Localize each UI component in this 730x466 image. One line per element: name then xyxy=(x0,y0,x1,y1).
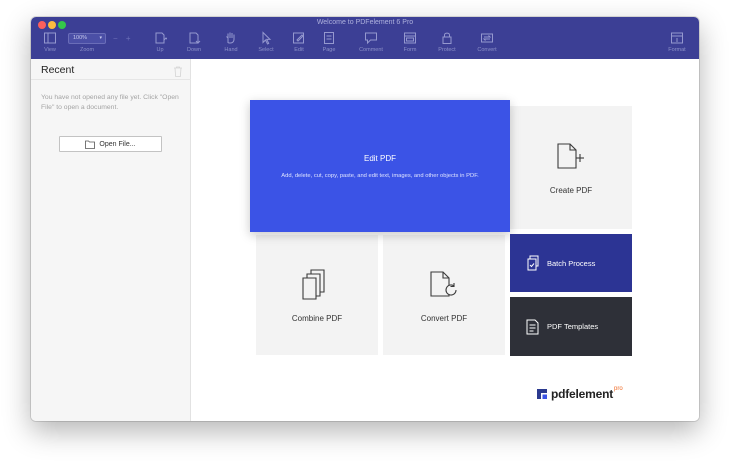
toolbar-convert-button[interactable]: Convert xyxy=(470,31,504,59)
combine-pdf-card[interactable]: Combine PDF xyxy=(256,235,378,355)
window-title: Welcome to PDFelement 6 Pro xyxy=(316,19,414,26)
title-bar: Welcome to PDFelement 6 Pro View 100% ▾ … xyxy=(31,17,699,59)
open-file-label: Open File... xyxy=(99,140,136,148)
toolbar-form-button[interactable]: Form xyxy=(393,31,427,59)
toolbar-format-button[interactable]: Format xyxy=(660,31,694,59)
page-down-icon xyxy=(189,32,201,44)
comment-icon xyxy=(365,32,377,45)
convert-pdf-label: Convert PDF xyxy=(420,313,468,323)
batch-process-label: Batch Process xyxy=(547,258,596,268)
toolbar-up-label: Up xyxy=(156,47,164,53)
toolbar-comment-button[interactable]: Comment xyxy=(354,31,388,59)
zoom-value: 100% xyxy=(73,35,88,41)
hand-icon xyxy=(226,32,235,44)
lock-icon xyxy=(442,32,452,44)
toolbar-up-button[interactable]: Up xyxy=(143,31,177,59)
sidebar-divider xyxy=(31,79,191,80)
create-pdf-icon xyxy=(557,143,584,169)
toolbar-edit-button[interactable]: Edit xyxy=(282,31,316,59)
recent-sidebar: Recent You have not opened any file yet.… xyxy=(31,59,191,421)
batch-process-card[interactable]: Batch Process xyxy=(510,234,632,292)
edit-icon xyxy=(293,32,304,44)
app-window: Welcome to PDFelement 6 Pro View 100% ▾ … xyxy=(31,17,699,421)
convert-icon xyxy=(481,33,493,43)
toolbar-page-button[interactable]: Page xyxy=(312,31,346,59)
toolbar-select-button[interactable]: Select xyxy=(249,31,283,59)
zoom-select[interactable]: 100% ▾ xyxy=(68,33,106,44)
combine-pdf-icon xyxy=(302,268,325,300)
toolbar-convert-label: Convert xyxy=(477,47,497,53)
toolbar-hand-button[interactable]: Hand xyxy=(214,31,248,59)
trash-icon[interactable] xyxy=(173,66,183,77)
page-icon xyxy=(324,32,334,44)
page-up-icon xyxy=(155,32,167,44)
batch-process-icon xyxy=(527,255,539,271)
toolbar-comment-label: Comment xyxy=(359,47,383,53)
pdfelement-logo: pdfelement pro xyxy=(536,386,623,401)
toolbar-down-label: Down xyxy=(186,47,202,53)
form-icon xyxy=(404,32,416,44)
toolbar-protect-button[interactable]: Protect xyxy=(430,31,464,59)
sidebar-view-icon xyxy=(44,32,56,44)
convert-pdf-icon xyxy=(430,270,457,297)
brand-edition: pro xyxy=(614,386,623,392)
zoom-stepper[interactable]: − + xyxy=(113,34,134,43)
chevron-down-icon: ▾ xyxy=(99,35,102,41)
pdf-templates-icon xyxy=(526,319,539,334)
combine-pdf-label: Combine PDF xyxy=(291,313,343,323)
format-icon xyxy=(671,32,683,44)
edit-pdf-description: Add, delete, cut, copy, paste, and edit … xyxy=(281,172,479,179)
welcome-panel: Create PDF Combine PDF Convert PDF Edit … xyxy=(192,59,699,421)
toolbar-view-label: View xyxy=(44,47,56,53)
cursor-icon xyxy=(262,31,272,45)
sidebar-title: Recent xyxy=(41,64,75,76)
toolbar-page-label: Page xyxy=(322,47,336,53)
toolbar-select-label: Select xyxy=(258,47,274,53)
toolbar-form-label: Form xyxy=(403,47,417,53)
toolbar-format-label: Format xyxy=(668,47,686,53)
create-pdf-label: Create PDF xyxy=(549,186,593,195)
toolbar-view-button[interactable]: View xyxy=(33,31,67,59)
toolbar-down-button[interactable]: Down xyxy=(177,31,211,59)
brand-name: pdfelement xyxy=(551,387,614,401)
pdfelement-logo-icon xyxy=(537,389,547,399)
pdf-templates-card[interactable]: PDF Templates xyxy=(510,297,632,356)
folder-icon xyxy=(85,140,96,149)
toolbar-protect-label: Protect xyxy=(438,47,456,53)
convert-pdf-card[interactable]: Convert PDF xyxy=(383,235,505,355)
toolbar-hand-label: Hand xyxy=(224,47,238,53)
zoom-label: Zoom xyxy=(79,47,95,53)
toolbar-edit-label: Edit xyxy=(294,47,304,53)
pdf-templates-label: PDF Templates xyxy=(547,322,599,331)
edit-pdf-card[interactable]: Edit PDF Add, delete, cut, copy, paste, … xyxy=(250,100,510,232)
open-file-button[interactable]: Open File... xyxy=(59,136,162,152)
empty-recent-message: You have not opened any file yet. Click … xyxy=(41,94,179,111)
edit-pdf-title: Edit PDF xyxy=(363,153,396,163)
create-pdf-card[interactable]: Create PDF xyxy=(510,106,632,229)
